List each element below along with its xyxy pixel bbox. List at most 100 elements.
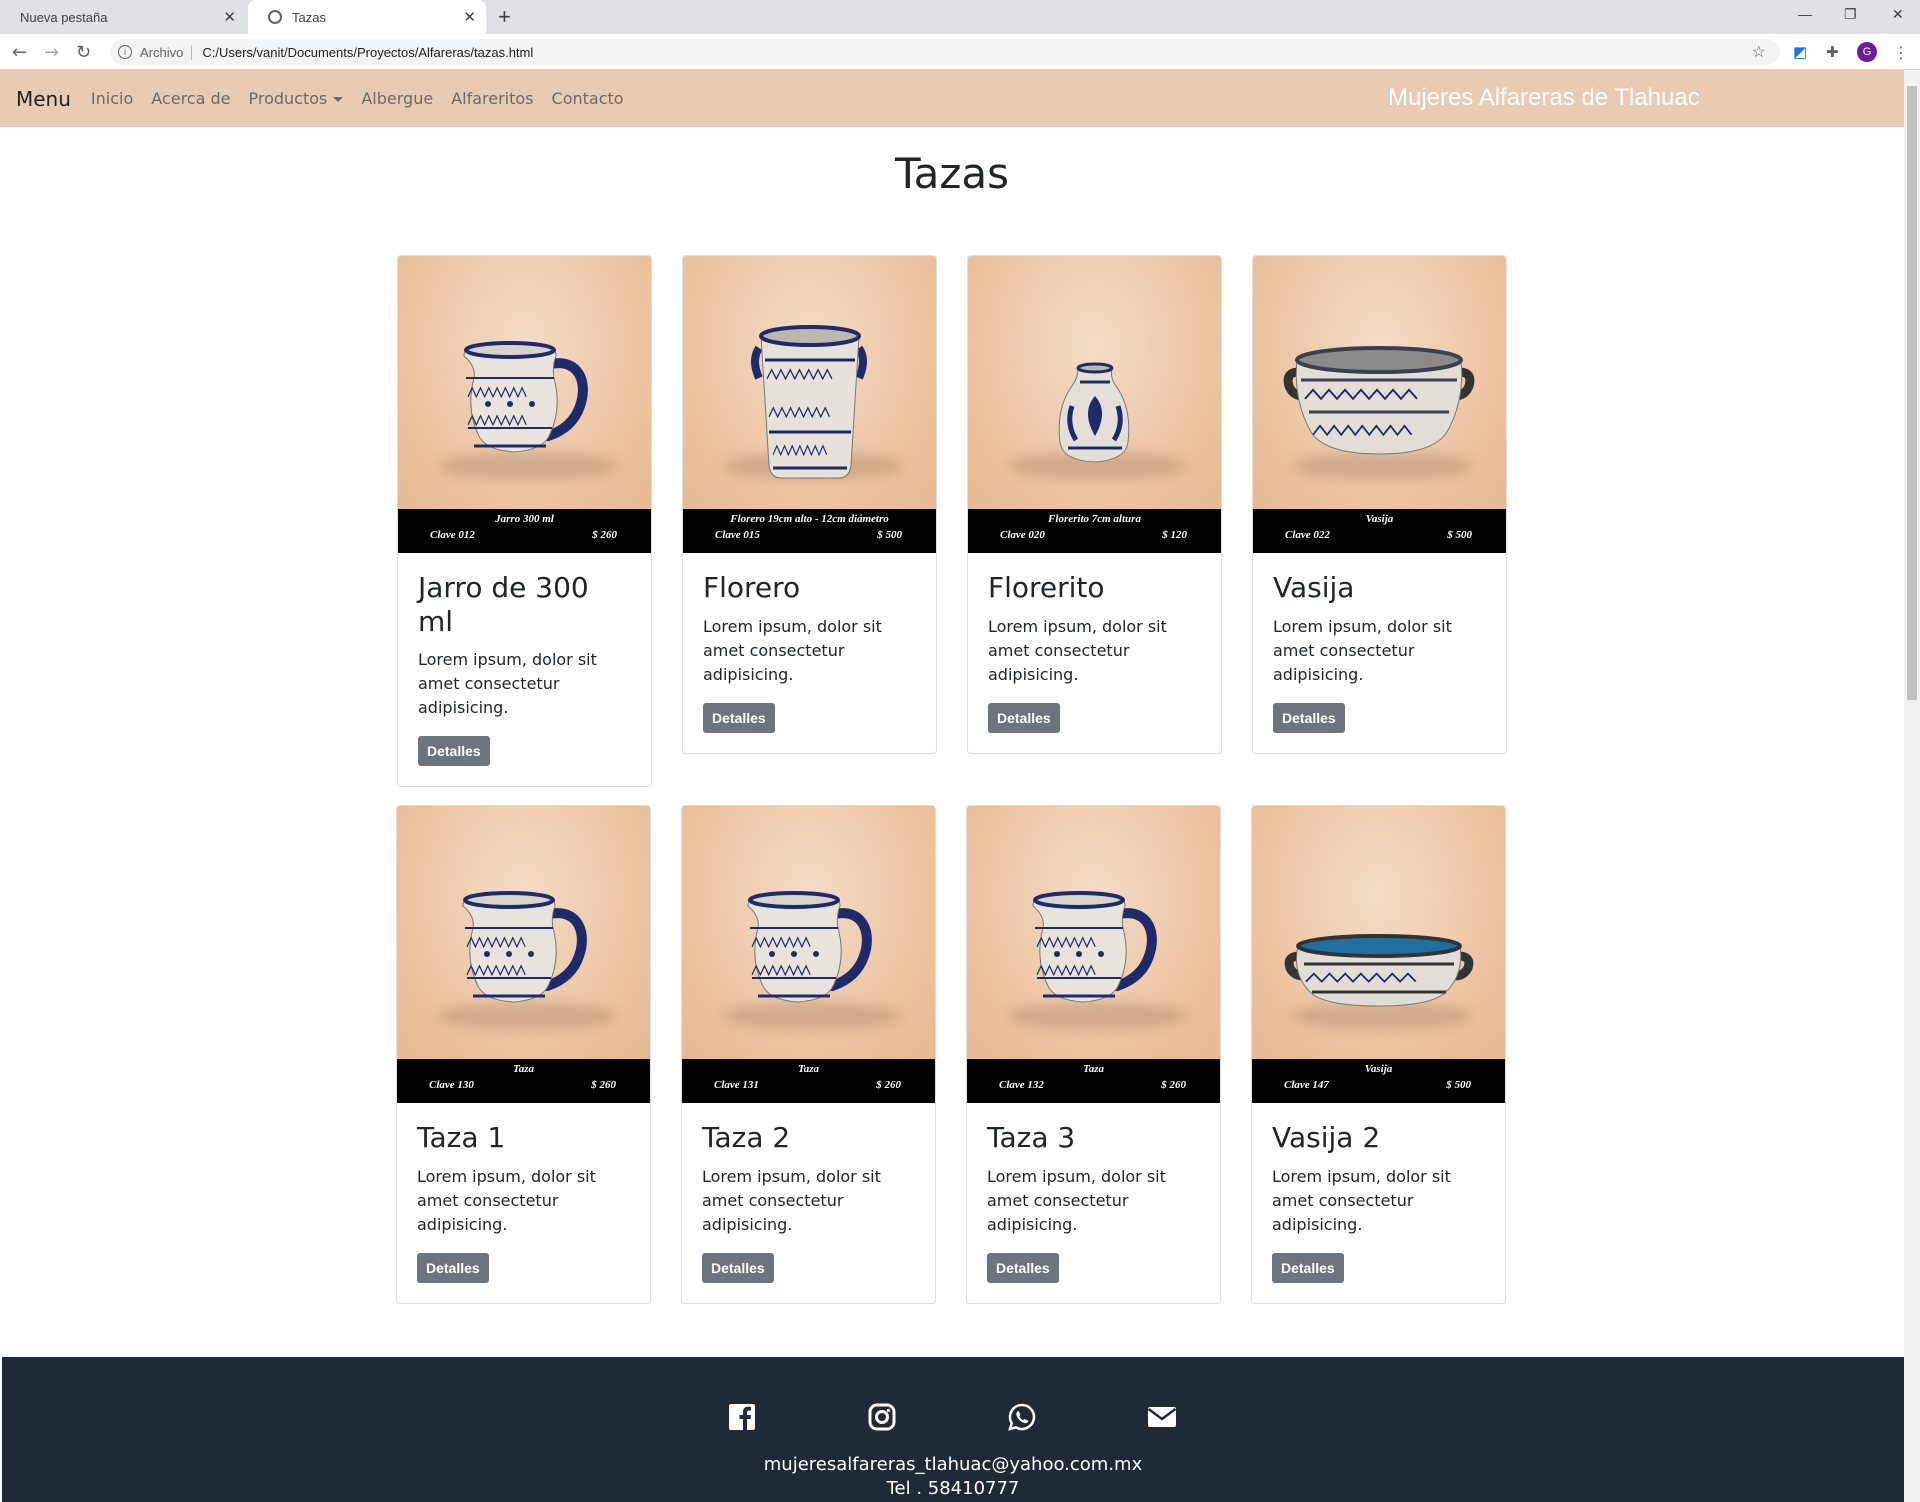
navbar-brand[interactable]: Menu: [16, 87, 71, 111]
caption-clave: Clave 147: [1284, 1079, 1329, 1091]
product-image: [967, 806, 1220, 1059]
back-arrow-icon[interactable]: ←: [12, 42, 27, 63]
caption-price: $ 500: [1446, 1079, 1471, 1091]
translate-extension-icon[interactable]: ◩: [1793, 43, 1807, 61]
caption-price: $ 120: [1162, 529, 1187, 541]
card-text: Lorem ipsum, dolor sit amet consectetur …: [987, 1166, 1166, 1234]
product-image: [398, 256, 651, 509]
caption-clave: Clave 132: [999, 1079, 1044, 1091]
envelope-icon[interactable]: [1146, 1401, 1178, 1433]
card-text: Lorem ipsum, dolor sit amet consectetur …: [1273, 616, 1452, 684]
caption-price: $ 500: [877, 529, 902, 541]
nav-dropdown-productos[interactable]: Productos: [248, 89, 344, 108]
window-close-icon[interactable]: ✕: [1892, 6, 1904, 23]
caption-name: Taza: [1083, 1063, 1104, 1075]
caption-name: Taza: [513, 1063, 534, 1075]
card-title: Taza 2: [702, 1121, 791, 1154]
caption-name: Taza: [798, 1063, 819, 1075]
footer-phone: Tel . 58410777: [886, 1478, 1020, 1499]
caption-name: Vasija: [1364, 1063, 1393, 1075]
details-button[interactable]: Detalles: [417, 1252, 489, 1283]
card-title: Taza 1: [417, 1121, 506, 1154]
card-body: Jarro de 300 ml Lorem ipsum, dolor sit a…: [398, 553, 651, 786]
details-button[interactable]: Detalles: [418, 736, 490, 767]
details-button[interactable]: Detalles: [702, 1252, 774, 1283]
restore-icon[interactable]: ❐: [1844, 6, 1857, 23]
product-card: Taza Clave 131 $ 260 Taza 2 Lorem ipsum,…: [681, 805, 936, 1304]
details-button[interactable]: Detalles: [703, 702, 775, 733]
product-caption-strip: Florero 19cm alto - 12cm diámetro Clave …: [683, 509, 936, 553]
product-card: Vasija Clave 147 $ 500 Vasija 2 Lorem ip…: [1251, 805, 1506, 1304]
browser-menu-icon[interactable]: ⋮: [1893, 43, 1909, 62]
card-title: Florerito: [988, 571, 1105, 604]
product-card: Vasija Clave 022 $ 500 Vasija Lorem ipsu…: [1252, 255, 1507, 754]
whatsapp-icon[interactable]: [1006, 1401, 1038, 1433]
site-title: Mujeres Alfareras de Tlahuac: [1388, 84, 1700, 111]
caption-price: $ 260: [592, 529, 617, 541]
page-viewport: Menu Inicio Acerca de Productos Albergue…: [0, 70, 1904, 1502]
card-body: Taza 2 Lorem ipsum, dolor sit amet conse…: [682, 1103, 935, 1303]
minimize-icon[interactable]: —: [1798, 6, 1812, 22]
details-button[interactable]: Detalles: [1272, 1252, 1344, 1283]
reload-icon[interactable]: ↻: [76, 42, 91, 63]
extensions-puzzle-icon[interactable]: ✚: [1826, 43, 1839, 61]
nav-link-albergue[interactable]: Albergue: [361, 89, 433, 108]
product-caption-strip: Florerito 7cm altura Clave 020 $ 120: [968, 509, 1221, 553]
product-card: Taza Clave 132 $ 260 Taza 3 Lorem ipsum,…: [966, 805, 1221, 1304]
details-button[interactable]: Detalles: [987, 1252, 1059, 1283]
browser-tab-strip: Nueva pestaña ✕ Tazas ✕ + — ❐ ✕: [0, 0, 1920, 34]
nav-link-acerca[interactable]: Acerca de: [151, 89, 230, 108]
site-navbar: Menu Inicio Acerca de Productos Albergue…: [0, 70, 1904, 127]
caption-name: Vasija: [1365, 513, 1394, 525]
caption-clave: Clave 015: [715, 529, 760, 541]
card-body: Florero Lorem ipsum, dolor sit amet cons…: [683, 553, 936, 753]
globe-icon: [268, 10, 282, 24]
caption-clave: Clave 130: [429, 1079, 474, 1091]
browser-tab-new[interactable]: Nueva pestaña ✕: [0, 0, 246, 34]
address-bar[interactable]: i Archivo C:/Users/vanit/Documents/Proye…: [110, 39, 1780, 65]
page-title: Tazas: [894, 149, 1010, 198]
card-body: Taza 3 Lorem ipsum, dolor sit amet conse…: [967, 1103, 1220, 1303]
product-image: [1252, 806, 1505, 1059]
tab-title: Nueva pestaña: [20, 9, 108, 25]
card-title: Vasija: [1273, 571, 1355, 604]
card-body: Taza 1 Lorem ipsum, dolor sit amet conse…: [397, 1103, 650, 1303]
card-text: Lorem ipsum, dolor sit amet consectetur …: [702, 1166, 881, 1234]
card-title: Vasija 2: [1272, 1121, 1381, 1154]
nav-link-contacto[interactable]: Contacto: [552, 89, 624, 108]
scheme-label: Archivo: [140, 44, 193, 60]
close-tab-icon[interactable]: ✕: [223, 8, 236, 26]
product-caption-strip: Taza Clave 132 $ 260: [967, 1059, 1220, 1103]
product-card: Jarro 300 ml Clave 012 $ 260 Jarro de 30…: [397, 255, 652, 788]
facebook-icon[interactable]: [726, 1401, 758, 1433]
details-button[interactable]: Detalles: [1273, 702, 1345, 733]
nav-link-alfareritos[interactable]: Alfareritos: [451, 89, 533, 108]
caption-clave: Clave 020: [1000, 529, 1045, 541]
card-text: Lorem ipsum, dolor sit amet consectetur …: [703, 616, 882, 684]
card-text: Lorem ipsum, dolor sit amet consectetur …: [988, 616, 1167, 684]
new-tab-plus-icon[interactable]: +: [498, 4, 511, 30]
footer-email[interactable]: mujeresalfareras_tlahuac@yahoo.com.mx: [2, 1454, 1904, 1475]
url-text[interactable]: C:/Users/vanit/Documents/Proyectos/Alfar…: [202, 45, 533, 60]
bookmark-star-icon[interactable]: ☆: [1752, 42, 1766, 62]
caption-name: Florero 19cm alto - 12cm diámetro: [730, 513, 889, 525]
instagram-icon[interactable]: [866, 1401, 898, 1433]
product-caption-strip: Taza Clave 131 $ 260: [682, 1059, 935, 1103]
card-title: Florero: [703, 571, 801, 604]
info-icon[interactable]: i: [118, 45, 132, 59]
close-tab-icon[interactable]: ✕: [463, 8, 476, 26]
product-caption-strip: Vasija Clave 147 $ 500: [1252, 1059, 1505, 1103]
caption-clave: Clave 131: [714, 1079, 759, 1091]
card-text: Lorem ipsum, dolor sit amet consectetur …: [417, 1166, 596, 1234]
details-button[interactable]: Detalles: [988, 702, 1060, 733]
scrollbar-thumb[interactable]: [1907, 86, 1917, 700]
caption-name: Florerito 7cm altura: [1048, 513, 1141, 525]
profile-avatar[interactable]: G: [1857, 42, 1877, 62]
caption-price: $ 500: [1447, 529, 1472, 541]
forward-arrow-icon[interactable]: →: [44, 42, 59, 63]
browser-tab-tazas[interactable]: Tazas ✕: [248, 0, 486, 34]
product-image: [1253, 256, 1506, 509]
nav-link-inicio[interactable]: Inicio: [91, 89, 133, 108]
caption-price: $ 260: [1161, 1079, 1186, 1091]
product-image: [683, 256, 936, 509]
